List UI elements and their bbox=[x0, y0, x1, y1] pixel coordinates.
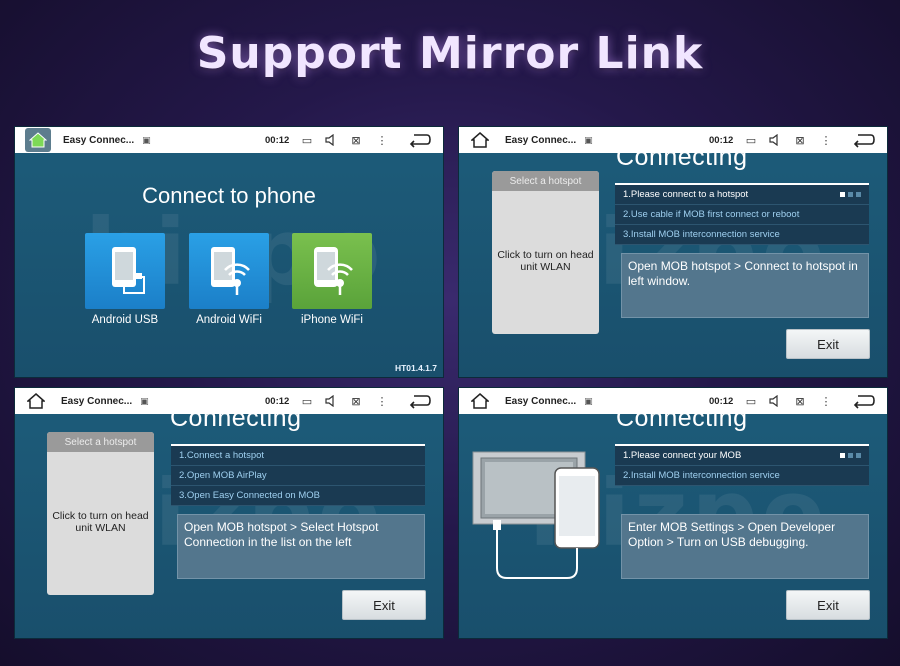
home-icon[interactable] bbox=[467, 388, 493, 414]
instruction-box: Enter MOB Settings > Open Developer Opti… bbox=[621, 514, 869, 579]
exit-button[interactable]: Exit bbox=[786, 329, 870, 359]
iphone-wifi-icon bbox=[314, 247, 353, 295]
connect-to-phone-title: Connect to phone bbox=[142, 183, 316, 208]
version-label: HT01.4.1.7 bbox=[394, 363, 437, 373]
menu-dots-icon[interactable]: ⋮ bbox=[375, 133, 389, 147]
steps-list: 1.Please connect your MOB 2.Install MOB … bbox=[615, 444, 869, 486]
back-arrow-icon[interactable] bbox=[851, 391, 877, 411]
iphone-wifi-tile[interactable] bbox=[292, 233, 372, 309]
list-item: 2.Open MOB AirPlay bbox=[171, 466, 425, 486]
volume-icon[interactable] bbox=[324, 394, 338, 408]
app-title: Easy Connec... bbox=[61, 395, 133, 407]
back-arrow-icon[interactable] bbox=[407, 391, 433, 411]
android-wifi-label: Android WiFi bbox=[196, 314, 262, 326]
select-hotspot-header: Select a hotspot bbox=[47, 432, 154, 452]
volume-icon[interactable] bbox=[768, 133, 782, 147]
turn-on-wlan-text: Click to turn on head unit WLAN bbox=[497, 249, 594, 273]
volume-icon[interactable] bbox=[768, 394, 782, 408]
select-hotspot-header: Select a hotspot bbox=[492, 171, 599, 191]
hotspot-panel[interactable]: Select a hotspot Click to turn on head u… bbox=[492, 171, 599, 334]
android-usb-tile[interactable] bbox=[85, 233, 165, 309]
screen-connecting-usb: hizpo Easy Connec... ▣ 00:12 ▭ ⊠ ⋮ Conne… bbox=[458, 387, 888, 639]
page-indicator bbox=[840, 453, 861, 458]
screenshot-icon[interactable]: ▭ bbox=[300, 394, 314, 408]
hotspot-panel[interactable]: Select a hotspot Click to turn on head u… bbox=[47, 432, 154, 595]
list-item: 2.Install MOB interconnection service bbox=[615, 466, 869, 486]
status-time: 00:12 bbox=[265, 134, 290, 146]
home-icon[interactable] bbox=[23, 388, 49, 414]
android-wifi-icon bbox=[211, 247, 250, 295]
app-title: Easy Connec... bbox=[63, 134, 135, 146]
app-title: Easy Connec... bbox=[505, 134, 577, 146]
connecting-heading: Connecting bbox=[616, 143, 748, 171]
steps-list: 1.Connect a hotspot 2.Open MOB AirPlay 3… bbox=[171, 444, 425, 506]
list-item: 1.Please connect your MOB bbox=[615, 446, 869, 466]
banner-title: Support Mirror Link bbox=[196, 28, 704, 79]
head-unit-phone-illustration bbox=[472, 451, 600, 579]
list-item: 1.Please connect to a hotspot bbox=[615, 185, 869, 205]
page-indicator bbox=[840, 192, 861, 197]
back-arrow-icon[interactable] bbox=[851, 130, 877, 150]
exit-button[interactable]: Exit bbox=[342, 590, 426, 620]
android-wifi-tile[interactable] bbox=[189, 233, 269, 309]
connecting-heading: Connecting bbox=[616, 404, 748, 432]
exit-button[interactable]: Exit bbox=[786, 590, 870, 620]
list-item: 1.Connect a hotspot bbox=[171, 446, 425, 466]
app-title: Easy Connec... bbox=[505, 395, 577, 407]
image-icon: ▣ bbox=[584, 134, 593, 145]
menu-dots-icon[interactable]: ⋮ bbox=[819, 133, 833, 147]
steps-list: 1.Please connect to a hotspot 2.Use cabl… bbox=[615, 183, 869, 245]
back-arrow-icon[interactable] bbox=[407, 130, 433, 150]
screen-connecting-hotspot: hizpo Easy Connec... ▣ 00:12 ▭ ⊠ ⋮ Conne… bbox=[458, 126, 888, 378]
menu-dots-icon[interactable]: ⋮ bbox=[819, 394, 833, 408]
volume-icon[interactable] bbox=[324, 133, 338, 147]
close-box-icon[interactable]: ⊠ bbox=[793, 133, 807, 147]
image-icon: ▣ bbox=[140, 395, 149, 406]
list-item: 2.Use cable if MOB first connect or rebo… bbox=[615, 205, 869, 225]
screenshot-icon[interactable]: ▭ bbox=[300, 133, 314, 147]
connecting-heading: Connecting bbox=[170, 404, 302, 432]
menu-dots-icon[interactable]: ⋮ bbox=[375, 394, 389, 408]
android-usb-label: Android USB bbox=[91, 314, 159, 326]
close-box-icon[interactable]: ⊠ bbox=[793, 394, 807, 408]
screen-connecting-airplay: hizpo Easy Connec... ▣ 00:12 ▭ ⊠ ⋮ Conne… bbox=[14, 387, 444, 639]
list-item: 3.Open Easy Connected on MOB bbox=[171, 486, 425, 506]
status-bar: Easy Connec... ▣ 00:12 ▭ ⊠ ⋮ bbox=[15, 127, 443, 153]
android-usb-icon bbox=[112, 247, 145, 294]
turn-on-wlan-text: Click to turn on head unit WLAN bbox=[52, 510, 149, 534]
image-icon: ▣ bbox=[142, 134, 151, 145]
list-item: 3.Install MOB interconnection service bbox=[615, 225, 869, 245]
image-icon: ▣ bbox=[584, 395, 593, 406]
home-icon[interactable] bbox=[25, 128, 51, 152]
home-icon[interactable] bbox=[467, 127, 493, 153]
instruction-box: Open MOB hotspot > Connect to hotspot in… bbox=[621, 253, 869, 318]
close-box-icon[interactable]: ⊠ bbox=[349, 394, 363, 408]
close-box-icon[interactable]: ⊠ bbox=[349, 133, 363, 147]
instruction-box: Open MOB hotspot > Select Hotspot Connec… bbox=[177, 514, 425, 579]
iphone-wifi-label: iPhone WiFi bbox=[301, 314, 363, 326]
screen-connect-to-phone: hizpo Easy Connec... ▣ 00:12 ▭ ⊠ ⋮ Conne… bbox=[14, 126, 444, 378]
